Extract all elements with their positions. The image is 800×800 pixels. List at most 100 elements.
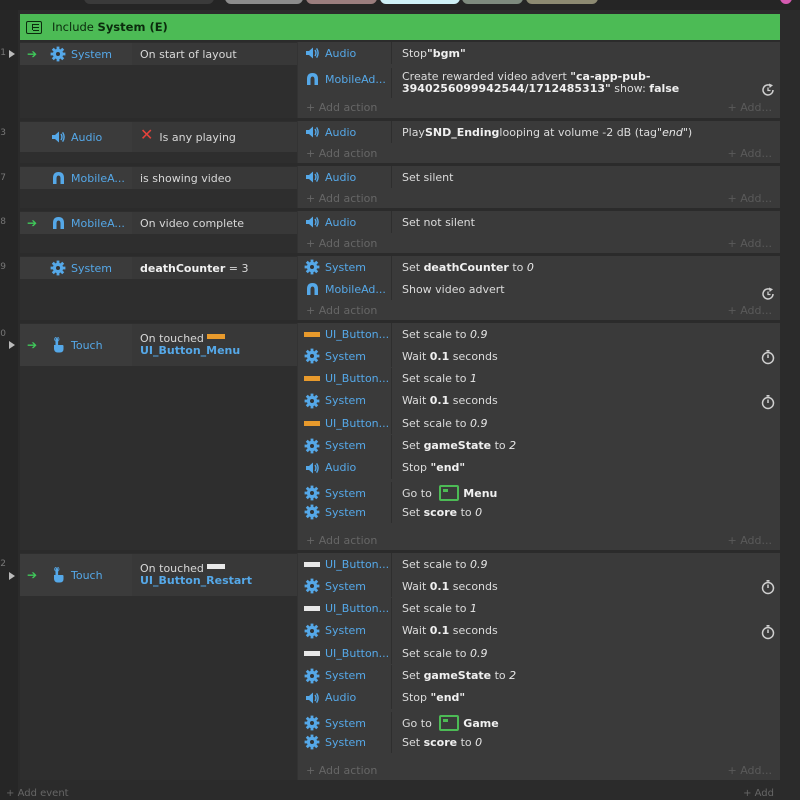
action-row[interactable]: Audio Stop "end" — [304, 686, 780, 709]
add-action-short-button[interactable]: + Add... — [727, 534, 772, 547]
action-object[interactable]: Audio — [304, 214, 391, 230]
action-text[interactable]: Set score to 0 — [391, 731, 780, 754]
action-object[interactable]: Audio — [304, 124, 391, 140]
condition-object[interactable]: System — [50, 257, 130, 279]
action-row[interactable]: System Wait 0.1 seconds — [304, 619, 780, 642]
action-row[interactable]: Audio Set silent — [304, 166, 780, 188]
action-row[interactable]: Audio Play SND_Ending looping at volume … — [304, 121, 780, 143]
action-row[interactable]: System Set score to 0 — [304, 731, 780, 754]
action-text[interactable]: Show video advert — [391, 278, 780, 300]
top-tab[interactable] — [526, 0, 598, 4]
action-row[interactable]: UI_Button... Set scale to 0.9 — [304, 412, 780, 435]
action-text[interactable]: Set scale to 0.9 — [391, 323, 780, 345]
condition-text[interactable]: On start of layout — [132, 43, 297, 65]
action-text[interactable]: Wait 0.1 seconds — [391, 389, 780, 412]
action-text[interactable]: Play SND_Ending looping at volume -2 dB … — [391, 121, 780, 143]
collapse-arrow-icon[interactable] — [9, 50, 15, 58]
event-block[interactable]: Audio ✕ Is any playing Audio Play SND_En… — [20, 121, 780, 163]
add-action-button[interactable]: + Add action — [306, 534, 377, 547]
action-object[interactable]: MobileAd... — [304, 71, 391, 87]
event-block[interactable]: ➔ Touch On touched UI_Button_Menu UI_But… — [20, 323, 780, 550]
action-row[interactable]: System Wait 0.1 seconds — [304, 345, 780, 368]
action-object[interactable]: UI_Button... — [304, 371, 391, 387]
avatar[interactable] — [780, 0, 792, 4]
action-object[interactable]: System — [304, 668, 391, 684]
add-action-short-button[interactable]: + Add... — [727, 304, 772, 317]
condition-object[interactable]: MobileA... — [50, 167, 130, 189]
action-object[interactable]: System — [304, 578, 391, 594]
action-text[interactable]: Set scale to 1 — [391, 367, 780, 390]
action-text[interactable]: Set deathCounter to 0 — [391, 256, 780, 278]
action-object[interactable]: Audio — [304, 45, 391, 61]
action-text[interactable]: Set not silent — [391, 211, 780, 233]
top-tab[interactable] — [462, 0, 523, 4]
action-object[interactable]: UI_Button... — [304, 326, 391, 342]
action-text[interactable]: Set gameState to 2 — [391, 664, 780, 687]
action-object[interactable]: System — [304, 348, 391, 364]
action-object[interactable]: System — [304, 504, 391, 520]
add-action-short-button[interactable]: + Add... — [727, 101, 772, 114]
action-row[interactable]: Audio Stop "end" — [304, 456, 780, 479]
condition-text[interactable]: On touched UI_Button_Restart — [132, 554, 297, 596]
condition-text[interactable]: deathCounter = 3 — [132, 257, 297, 279]
event-block[interactable]: System deathCounter = 3 System Set death… — [20, 256, 780, 320]
action-row[interactable]: Audio Stop "bgm" — [304, 42, 780, 64]
add-action-button[interactable]: + Add action — [306, 237, 377, 250]
action-row[interactable]: System Set score to 0 — [304, 501, 780, 524]
event-block[interactable]: ➔ System On start of layout Audio Stop "… — [20, 42, 780, 118]
action-text[interactable]: Set scale to 0.9 — [391, 553, 780, 575]
action-object[interactable]: System — [304, 438, 391, 454]
condition-object[interactable]: MobileA... — [50, 212, 130, 234]
action-row[interactable]: System Wait 0.1 seconds — [304, 389, 780, 412]
action-row[interactable]: UI_Button... Set scale to 0.9 — [304, 642, 780, 665]
action-object[interactable]: UI_Button... — [304, 601, 391, 617]
action-object[interactable]: System — [304, 734, 391, 750]
action-row[interactable]: Audio Set not silent — [304, 211, 780, 233]
add-action-short-button[interactable]: + Add... — [727, 147, 772, 160]
action-row[interactable]: System Wait 0.1 seconds — [304, 575, 780, 598]
add-action-button[interactable]: + Add action — [306, 192, 377, 205]
top-tab[interactable] — [225, 0, 303, 4]
action-text[interactable]: Set scale to 1 — [391, 597, 780, 620]
action-row[interactable]: UI_Button... Set scale to 0.9 — [304, 323, 780, 345]
action-text[interactable]: Create rewarded video advert "ca-app-pub… — [391, 68, 780, 98]
action-row[interactable]: MobileAd... Show video advert — [304, 278, 780, 300]
condition-object[interactable]: Audio — [50, 122, 130, 152]
condition-text[interactable]: ✕ Is any playing — [132, 122, 297, 152]
action-text[interactable]: Wait 0.1 seconds — [391, 619, 780, 642]
action-row[interactable]: System Set deathCounter to 0 — [304, 256, 780, 278]
collapse-arrow-icon[interactable] — [9, 341, 15, 349]
add-action-button[interactable]: + Add action — [306, 147, 377, 160]
event-block[interactable]: ➔ MobileA... On video complete Audio Set… — [20, 211, 780, 253]
action-object[interactable]: Audio — [304, 460, 391, 476]
action-row[interactable]: System Set gameState to 2 — [304, 434, 780, 457]
condition-row[interactable]: ➔ Touch On touched UI_Button_Restart — [20, 554, 297, 596]
event-block[interactable]: ➔ Touch On touched UI_Button_Restart UI_… — [20, 553, 780, 780]
condition-object[interactable]: Touch — [50, 324, 130, 366]
action-row[interactable]: System Set gameState to 2 — [304, 664, 780, 687]
action-row[interactable]: UI_Button... Set scale to 1 — [304, 367, 780, 390]
add-action-short-button[interactable]: + Add... — [727, 237, 772, 250]
action-text[interactable]: Stop "end" — [391, 456, 780, 479]
collapse-arrow-icon[interactable] — [9, 572, 15, 580]
add-action-button[interactable]: + Add action — [306, 764, 377, 777]
action-object[interactable]: Audio — [304, 690, 391, 706]
top-tab-active[interactable] — [380, 0, 460, 4]
event-block[interactable]: MobileA... is showing video Audio Set si… — [20, 166, 780, 208]
action-object[interactable]: System — [304, 623, 391, 639]
action-row[interactable]: UI_Button... Set scale to 1 — [304, 597, 780, 620]
action-object[interactable]: UI_Button... — [304, 645, 391, 661]
add-event-right-button[interactable]: + Add — [743, 788, 774, 799]
add-action-short-button[interactable]: + Add... — [727, 764, 772, 777]
action-object[interactable]: MobileAd... — [304, 281, 391, 297]
action-object[interactable]: System — [304, 715, 391, 731]
add-action-button[interactable]: + Add action — [306, 101, 377, 114]
condition-row[interactable]: MobileA... is showing video — [20, 167, 297, 189]
action-text[interactable]: Set gameState to 2 — [391, 434, 780, 457]
add-action-button[interactable]: + Add action — [306, 304, 377, 317]
top-tab[interactable] — [84, 0, 214, 4]
action-object[interactable]: Audio — [304, 169, 391, 185]
action-text[interactable]: Set score to 0 — [391, 501, 780, 524]
condition-row[interactable]: Audio ✕ Is any playing — [20, 122, 297, 152]
action-text[interactable]: Stop "end" — [391, 686, 780, 709]
